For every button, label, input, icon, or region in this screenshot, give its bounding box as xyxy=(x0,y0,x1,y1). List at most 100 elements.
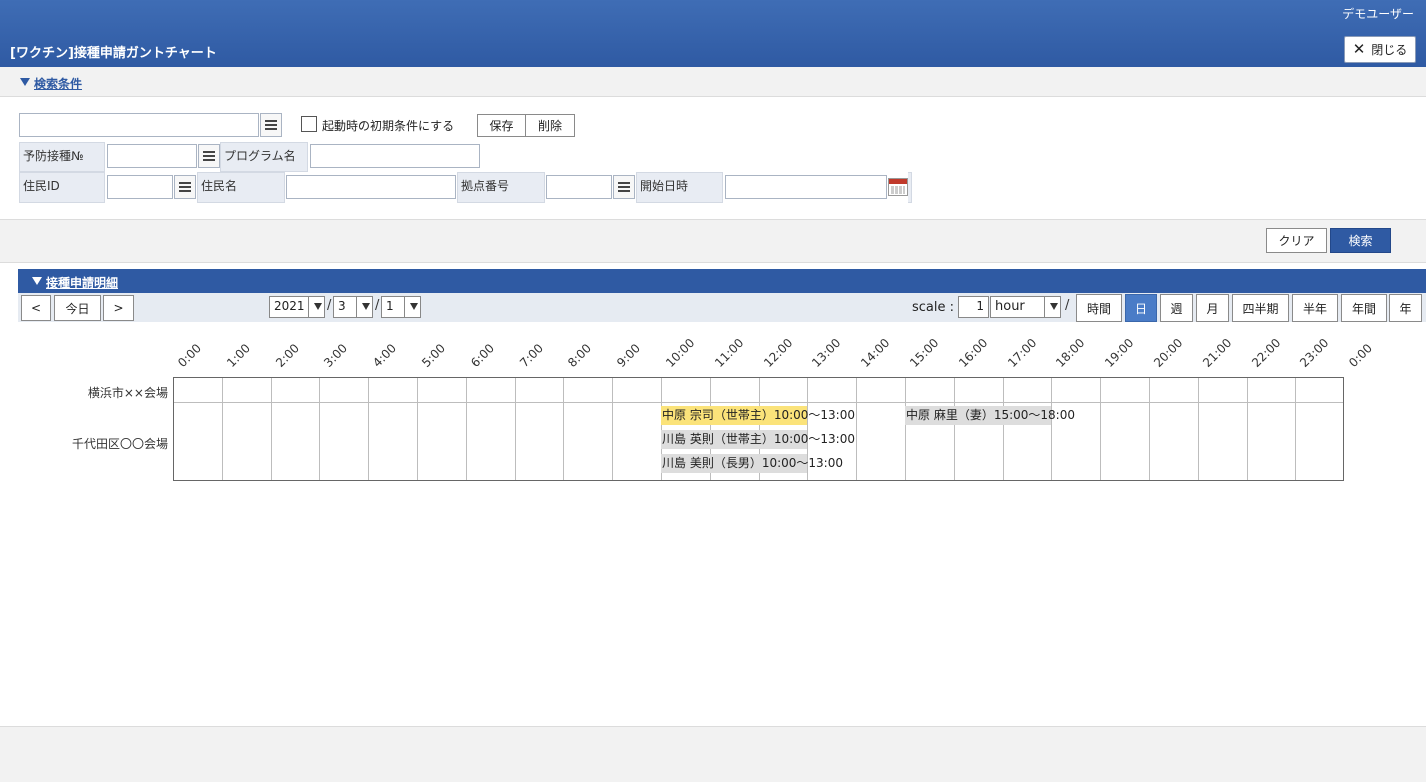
site-no-list-button[interactable] xyxy=(613,175,635,199)
page-title: [ワクチン]接種申請ガントチャート xyxy=(10,46,217,61)
gantt-hour-label: 15:00 xyxy=(907,335,942,370)
dropdown-arrow-icon xyxy=(362,303,370,310)
gantt-hour-gridline xyxy=(319,378,321,480)
resident-name-label: 住民名 xyxy=(197,172,285,203)
start-datetime-input[interactable] xyxy=(725,175,887,199)
resident-id-list-button[interactable] xyxy=(174,175,196,199)
gantt-hour-gridline xyxy=(1149,378,1150,480)
resident-id-input[interactable] xyxy=(107,175,173,199)
gantt-hour-label: 5:00 xyxy=(419,341,449,370)
year-select[interactable]: 2021 xyxy=(269,296,325,318)
list-icon xyxy=(179,182,191,192)
gantt-hour-gridline xyxy=(563,378,565,480)
resident-name-input[interactable] xyxy=(286,175,456,199)
gantt-hour-gridline xyxy=(221,378,223,480)
resident-id-label: 住民ID xyxy=(19,172,105,203)
gantt-hour-label: 4:00 xyxy=(370,341,400,370)
site-no-label: 拠点番号 xyxy=(457,172,545,203)
view-week-button[interactable]: 週 xyxy=(1160,294,1193,322)
dropdown-arrow-icon xyxy=(1050,303,1058,310)
month-select[interactable]: 3 xyxy=(333,296,373,318)
vaccination-no-list-button[interactable] xyxy=(198,144,220,168)
scale-separator: / xyxy=(1065,298,1070,313)
gantt-hour-label: 14:00 xyxy=(858,335,893,370)
gantt-hour-gridline xyxy=(270,378,272,480)
footer-bar xyxy=(0,726,1426,782)
gantt-hour-label: 3:00 xyxy=(321,341,351,370)
search-section-label[interactable]: 検索条件 xyxy=(34,75,82,92)
list-icon xyxy=(265,120,277,130)
detail-section-label[interactable]: 接種申請明細 xyxy=(46,274,118,291)
dropdown-arrow-icon xyxy=(410,303,418,310)
gantt-hour-gridline xyxy=(905,378,906,480)
gantt-hour-gridline xyxy=(368,378,370,480)
program-name-input[interactable] xyxy=(310,144,480,168)
site-no-input[interactable] xyxy=(546,175,612,199)
view-day-button[interactable]: 日 xyxy=(1125,294,1157,322)
view-halfyear-button[interactable]: 半年 xyxy=(1292,294,1338,322)
gantt-hour-label: 6:00 xyxy=(467,341,497,370)
startup-condition-label: 起動時の初期条件にする xyxy=(322,119,455,133)
program-name-label: プログラム名 xyxy=(220,142,308,172)
gantt-booking-bar[interactable]: 中原 宗司（世帯主）10:00～13:00 xyxy=(661,406,855,425)
gantt-hour-gridline xyxy=(1100,378,1102,480)
view-quarter-button[interactable]: 四半期 xyxy=(1232,294,1289,322)
gantt-hour-label: 21:00 xyxy=(1199,335,1235,370)
view-annual-button[interactable]: 年間 xyxy=(1341,294,1387,322)
gantt-hour-label: 23:00 xyxy=(1297,335,1332,370)
calendar-icon[interactable] xyxy=(888,178,908,196)
date-separator: / xyxy=(327,298,332,313)
startup-condition-checkbox[interactable] xyxy=(301,116,317,132)
delete-button[interactable]: 削除 xyxy=(525,114,575,137)
search-button[interactable]: 検索 xyxy=(1330,228,1391,253)
clear-button[interactable]: クリア xyxy=(1266,228,1327,253)
collapse-triangle-icon xyxy=(32,277,42,285)
gantt-hour-label: 13:00 xyxy=(809,335,844,370)
save-button[interactable]: 保存 xyxy=(477,114,526,137)
search-preset-input[interactable] xyxy=(19,113,259,137)
gantt-hour-gridline xyxy=(1197,378,1199,480)
view-year-button[interactable]: 年 xyxy=(1389,294,1422,322)
gantt-hour-gridline xyxy=(514,378,516,480)
search-section-header[interactable]: 検索条件 xyxy=(0,67,1426,97)
gantt-hour-gridline xyxy=(612,378,614,480)
preset-list-button[interactable] xyxy=(260,113,282,137)
gantt-hour-gridline xyxy=(465,378,467,480)
vaccination-no-input[interactable] xyxy=(107,144,197,168)
gantt-hour-label: 19:00 xyxy=(1102,335,1137,370)
user-name: デモユーザー xyxy=(1342,7,1414,21)
gantt-hour-gridline xyxy=(1002,378,1004,480)
date-separator: / xyxy=(375,298,380,313)
today-button[interactable]: 今日 xyxy=(54,295,101,321)
gantt-hour-gridline xyxy=(1246,378,1248,480)
gantt-booking-bar[interactable]: 川島 英則（世帯主）10:00～13:00 xyxy=(661,430,855,449)
start-datetime-label: 開始日時 xyxy=(636,172,723,203)
day-select[interactable]: 1 xyxy=(381,296,421,318)
gantt-hour-label: 2:00 xyxy=(272,341,302,370)
prev-button[interactable]: < xyxy=(21,295,51,321)
gantt-hour-label: 16:00 xyxy=(955,335,991,370)
view-hour-button[interactable]: 時間 xyxy=(1076,294,1122,322)
detail-section-header[interactable]: 接種申請明細 xyxy=(18,269,1426,293)
gantt-booking-bar[interactable]: 川島 美則（長男）10:00～13:00 xyxy=(661,454,843,473)
gantt-hour-gridline xyxy=(953,378,955,480)
gantt-hour-label: 18:00 xyxy=(1053,335,1088,370)
close-button[interactable]: ✕ 閉じる xyxy=(1344,36,1416,63)
gantt-hour-label: 0:00 xyxy=(1346,341,1376,370)
app-header: デモユーザー [ワクチン]接種申請ガントチャート xyxy=(0,0,1426,67)
gantt-grid: 中原 宗司（世帯主）10:00～13:00 川島 英則（世帯主）10:00～13:… xyxy=(173,377,1344,481)
field-row-end xyxy=(908,172,912,203)
year-value: 2021 xyxy=(274,299,305,313)
scale-value-input[interactable]: 1 xyxy=(958,296,989,318)
gantt-booking-bar[interactable]: 中原 麻里（妻）15:00～18:00 xyxy=(905,406,1075,425)
next-button[interactable]: > xyxy=(103,295,134,321)
scale-label: scale : xyxy=(912,300,955,315)
scale-unit-select[interactable]: hour xyxy=(990,296,1061,318)
close-icon: ✕ xyxy=(1352,40,1366,58)
gantt-hour-label: 9:00 xyxy=(614,341,644,370)
gantt-hour-label: 20:00 xyxy=(1151,335,1186,370)
view-month-button[interactable]: 月 xyxy=(1196,294,1229,322)
gantt-hour-label: 7:00 xyxy=(516,341,546,370)
vaccination-no-label: 予防接種№ xyxy=(19,142,105,172)
gantt-hour-gridline xyxy=(856,378,858,480)
